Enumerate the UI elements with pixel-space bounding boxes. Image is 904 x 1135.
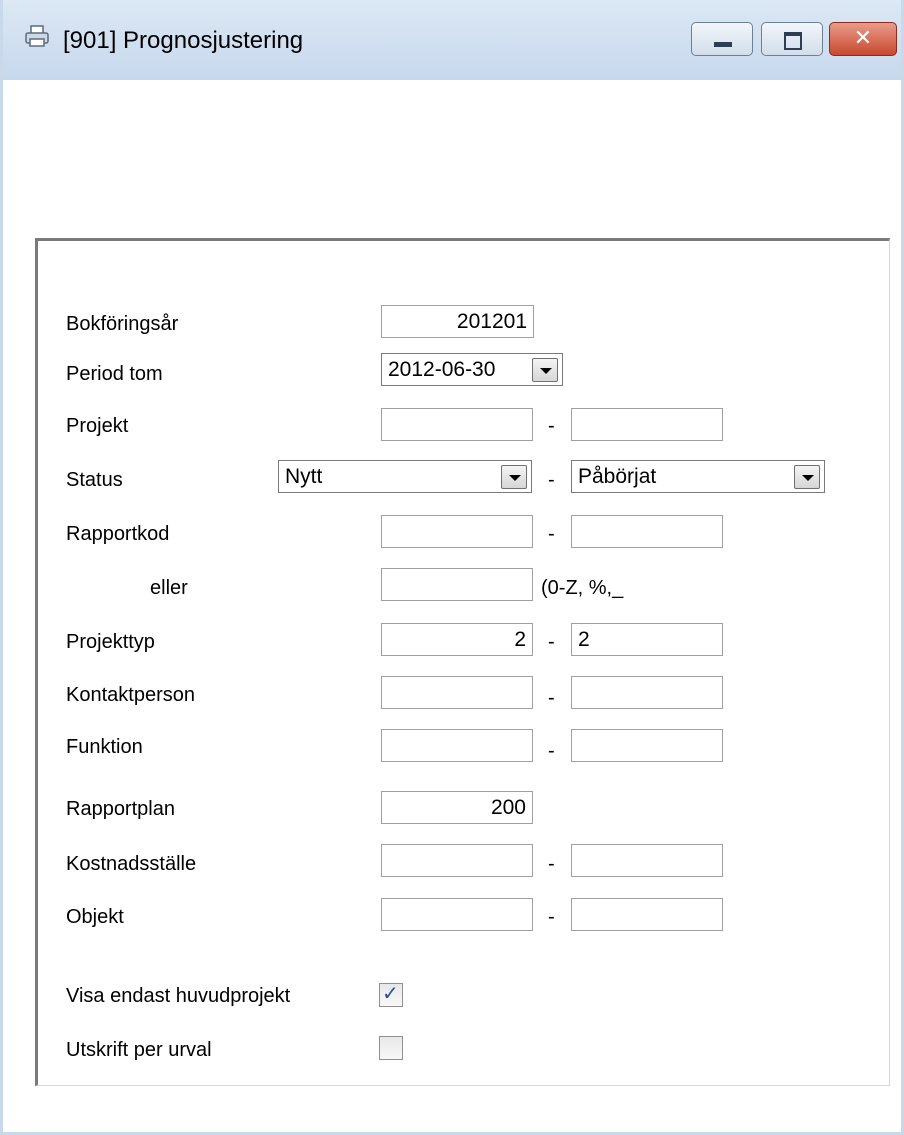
close-icon: ✕ bbox=[853, 26, 873, 51]
label-kostnadsstalle: Kostnadsställe bbox=[66, 853, 197, 875]
range-separator: - bbox=[548, 906, 555, 928]
label-projekt: Projekt bbox=[66, 415, 129, 437]
status-to-value: Påbörjat bbox=[578, 465, 657, 488]
period-tom-value: 2012-06-30 bbox=[388, 358, 496, 381]
chevron-down-icon[interactable] bbox=[794, 465, 820, 489]
projekt-from-input[interactable] bbox=[381, 408, 533, 441]
label-visa-endast-huvudprojekt: Visa endast huvudprojekt bbox=[66, 985, 291, 1007]
range-separator: - bbox=[548, 523, 555, 545]
period-tom-dropdown[interactable]: 2012-06-30 bbox=[381, 353, 563, 386]
minimize-button[interactable] bbox=[691, 22, 753, 56]
rapportplan-input[interactable]: 200 bbox=[381, 791, 533, 824]
label-rapportkod: Rapportkod bbox=[66, 523, 170, 545]
range-separator: - bbox=[548, 740, 555, 762]
label-kontaktperson: Kontaktperson bbox=[66, 684, 195, 706]
maximize-button[interactable] bbox=[761, 22, 823, 56]
checkmark-icon: ✓ bbox=[382, 981, 399, 1005]
eller-hint: (0-Z, %,_ bbox=[541, 577, 624, 599]
window: [901] Prognosjustering ✕ Bokföringsår 20… bbox=[0, 0, 904, 1135]
kostnadsstalle-to-input[interactable] bbox=[571, 844, 723, 877]
criteria-panel: Bokföringsår 201201 Period tom 2012-06-3… bbox=[35, 238, 890, 1086]
minimize-icon bbox=[714, 42, 732, 47]
label-bokforingsar: Bokföringsår bbox=[66, 313, 179, 335]
kontaktperson-to-input[interactable] bbox=[571, 676, 723, 709]
label-eller: eller bbox=[150, 577, 188, 599]
projekttyp-to-input[interactable]: 2 bbox=[571, 623, 723, 656]
rapportkod-from-input[interactable] bbox=[381, 515, 533, 548]
utskrift-per-urval-checkbox[interactable] bbox=[379, 1036, 403, 1060]
label-projekttyp: Projekttyp bbox=[66, 631, 155, 653]
kostnadsstalle-from-input[interactable] bbox=[381, 844, 533, 877]
label-funktion: Funktion bbox=[66, 736, 143, 758]
objekt-to-input[interactable] bbox=[571, 898, 723, 931]
visa-endast-huvudprojekt-checkbox[interactable]: ✓ bbox=[379, 981, 403, 1007]
objekt-from-input[interactable] bbox=[381, 898, 533, 931]
chevron-down-icon[interactable] bbox=[532, 358, 558, 382]
kontaktperson-from-input[interactable] bbox=[381, 676, 533, 709]
status-to-dropdown[interactable]: Påbörjat bbox=[571, 460, 825, 493]
range-separator: - bbox=[548, 469, 555, 491]
maximize-icon bbox=[784, 32, 802, 50]
label-utskrift-per-urval: Utskrift per urval bbox=[66, 1039, 212, 1061]
label-rapportplan: Rapportplan bbox=[66, 798, 175, 820]
projekt-to-input[interactable] bbox=[571, 408, 723, 441]
title-bar[interactable]: [901] Prognosjustering ✕ bbox=[3, 0, 901, 80]
close-button[interactable]: ✕ bbox=[829, 22, 897, 56]
range-separator: - bbox=[548, 631, 555, 653]
funktion-from-input[interactable] bbox=[381, 729, 533, 762]
projekttyp-from-input[interactable]: 2 bbox=[381, 623, 533, 656]
status-from-dropdown[interactable]: Nytt bbox=[278, 460, 532, 493]
printer-icon bbox=[25, 25, 49, 47]
bokforingsar-input[interactable]: 201201 bbox=[381, 305, 534, 338]
chevron-down-icon[interactable] bbox=[501, 465, 527, 489]
status-from-value: Nytt bbox=[285, 465, 323, 488]
range-separator: - bbox=[548, 415, 555, 437]
window-title: [901] Prognosjustering bbox=[63, 27, 304, 54]
label-objekt: Objekt bbox=[66, 906, 124, 928]
range-separator: - bbox=[548, 853, 555, 875]
funktion-to-input[interactable] bbox=[571, 729, 723, 762]
rapportkod-to-input[interactable] bbox=[571, 515, 723, 548]
label-period-tom: Period tom bbox=[66, 363, 163, 385]
label-status: Status bbox=[66, 469, 123, 491]
range-separator: - bbox=[548, 687, 555, 709]
eller-input[interactable] bbox=[381, 568, 533, 601]
